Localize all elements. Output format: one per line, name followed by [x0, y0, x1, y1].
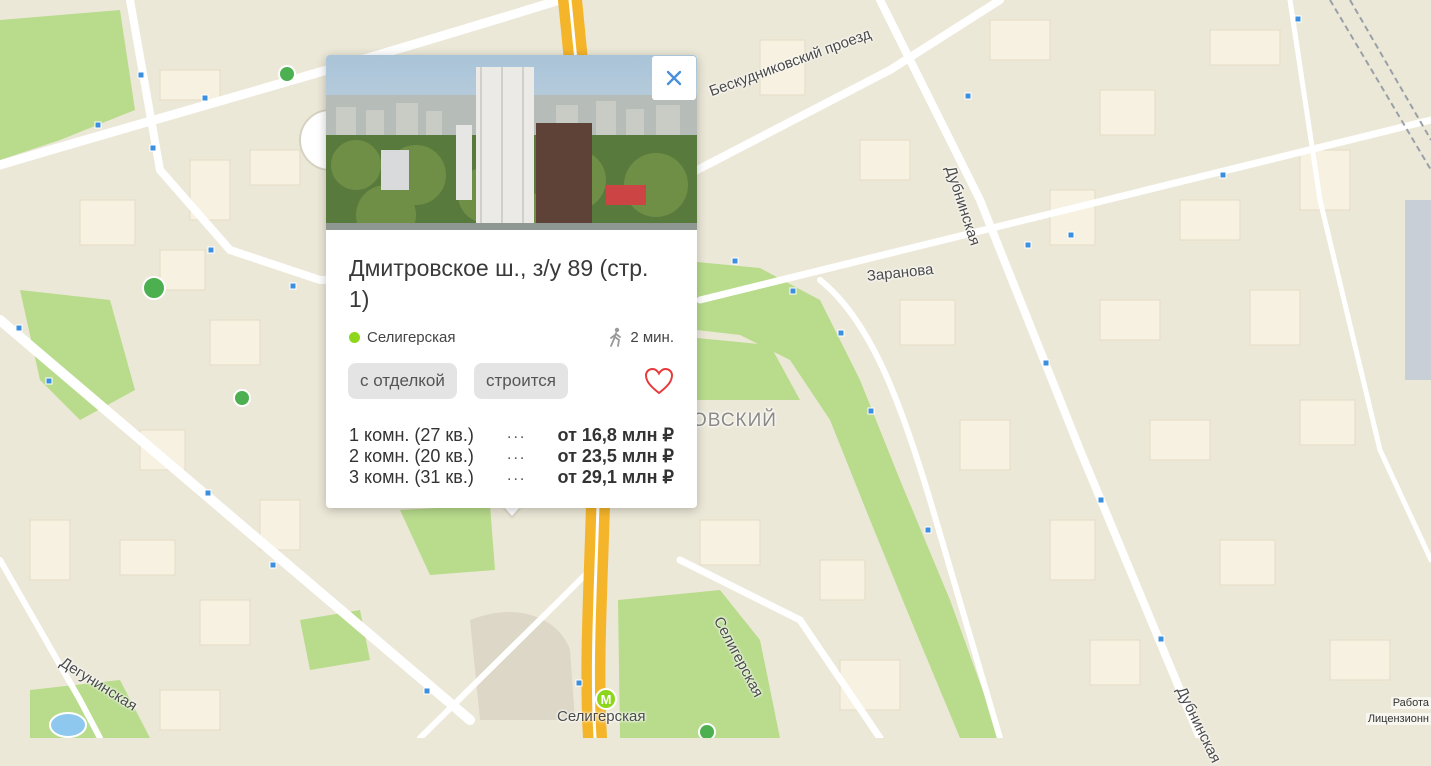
building: [119, 539, 176, 576]
price-row[interactable]: 2 комн. (20 кв.) ... от 23,5 млн ₽: [349, 446, 679, 467]
park-poi-icon: [142, 276, 166, 300]
transit-stop: [204, 489, 212, 497]
price-dots: ...: [507, 446, 527, 463]
favorite-button[interactable]: [644, 367, 676, 397]
walk-time-value: 2 мин.: [630, 328, 674, 346]
close-button[interactable]: [652, 56, 696, 100]
map-attribution[interactable]: Работа: [1390, 697, 1431, 709]
transit-stop: [867, 407, 875, 415]
price-value: от 29,1 млн ₽: [557, 467, 674, 487]
tag-finishing[interactable]: с отделкой: [348, 363, 457, 399]
price-value: от 16,8 млн ₽: [557, 425, 674, 445]
heart-outline-icon: [644, 367, 674, 395]
building: [1329, 639, 1391, 681]
transit-stop: [1157, 635, 1165, 643]
transit-stop: [149, 144, 157, 152]
building: [1049, 519, 1096, 581]
metro-info: Селигерская 2 мин.: [349, 327, 674, 347]
building: [1249, 289, 1301, 346]
building: [159, 69, 221, 101]
property-title[interactable]: Дмитровское ш., з/у 89 (стр. 1): [349, 253, 649, 315]
transit-stop: [1067, 231, 1075, 239]
rooms-label: 1 комн. (27 кв.): [349, 425, 474, 445]
transit-stop: [924, 526, 932, 534]
transit-stop: [94, 121, 102, 129]
metro-line-dot-icon: [349, 332, 360, 343]
transit-stop: [1024, 241, 1032, 249]
metro-station-label: Селигерская: [557, 708, 646, 725]
metro-station-name: Селигерская: [367, 329, 456, 346]
transit-stop: [1219, 171, 1227, 179]
pedestrian-icon: [610, 327, 622, 347]
building: [29, 519, 71, 581]
price-row[interactable]: 1 комн. (27 кв.) ... от 16,8 млн ₽: [349, 425, 679, 446]
transit-stop: [837, 329, 845, 337]
park-area: [300, 610, 370, 670]
building: [199, 599, 251, 646]
building: [1179, 199, 1241, 241]
rooms-label: 3 комн. (31 кв.): [349, 467, 474, 487]
building: [859, 139, 911, 181]
building: [1299, 149, 1351, 211]
transit-stop: [423, 687, 431, 695]
district-label: ОВСКИЙ: [692, 410, 777, 431]
building: [159, 689, 221, 731]
price-row[interactable]: 3 комн. (31 кв.) ... от 29,1 млн ₽: [349, 467, 679, 488]
walk-time: 2 мин.: [609, 327, 674, 347]
transit-stop: [731, 257, 739, 265]
industrial-area: [1405, 200, 1431, 380]
metro-m-glyph: M: [601, 692, 612, 707]
building: [839, 659, 901, 711]
building: [1089, 639, 1141, 686]
transit-stop: [1294, 15, 1302, 23]
tag-status[interactable]: строится: [474, 363, 568, 399]
building: [899, 299, 956, 346]
building: [209, 319, 261, 366]
building: [159, 249, 206, 291]
transit-stop: [1042, 359, 1050, 367]
transit-stop: [964, 92, 972, 100]
price-dots: ...: [507, 467, 527, 484]
transit-stop: [207, 246, 215, 254]
park-poi-icon: [698, 723, 716, 738]
transit-stop: [201, 94, 209, 102]
poi-icon: [233, 389, 251, 407]
price-value: от 23,5 млн ₽: [557, 446, 674, 466]
building: [959, 419, 1011, 471]
price-dots: ...: [507, 425, 527, 442]
building: [1099, 89, 1156, 136]
transit-stop: [1097, 496, 1105, 504]
building: [1149, 419, 1211, 461]
transit-stop: [45, 377, 53, 385]
building: [699, 519, 761, 566]
building: [1299, 399, 1356, 446]
transit-stop: [789, 287, 797, 295]
close-icon: [666, 70, 682, 86]
property-photo: [326, 55, 697, 230]
transit-stop: [137, 71, 145, 79]
building: [1209, 29, 1281, 66]
map-license-link[interactable]: Лицензионн: [1365, 713, 1431, 725]
poi-icon: [278, 65, 296, 83]
building: [1219, 539, 1276, 586]
transit-stop: [575, 679, 583, 687]
transit-stop: [15, 324, 23, 332]
property-popup: Дмитровское ш., з/у 89 (стр. 1) Селигерс…: [326, 55, 697, 508]
building: [249, 149, 301, 186]
rooms-label: 2 комн. (20 кв.): [349, 446, 474, 466]
building: [1099, 299, 1161, 341]
transit-stop: [289, 282, 297, 290]
building: [989, 19, 1051, 61]
pond: [49, 712, 87, 738]
transit-stop: [269, 561, 277, 569]
building: [79, 199, 136, 246]
building: [819, 559, 866, 601]
